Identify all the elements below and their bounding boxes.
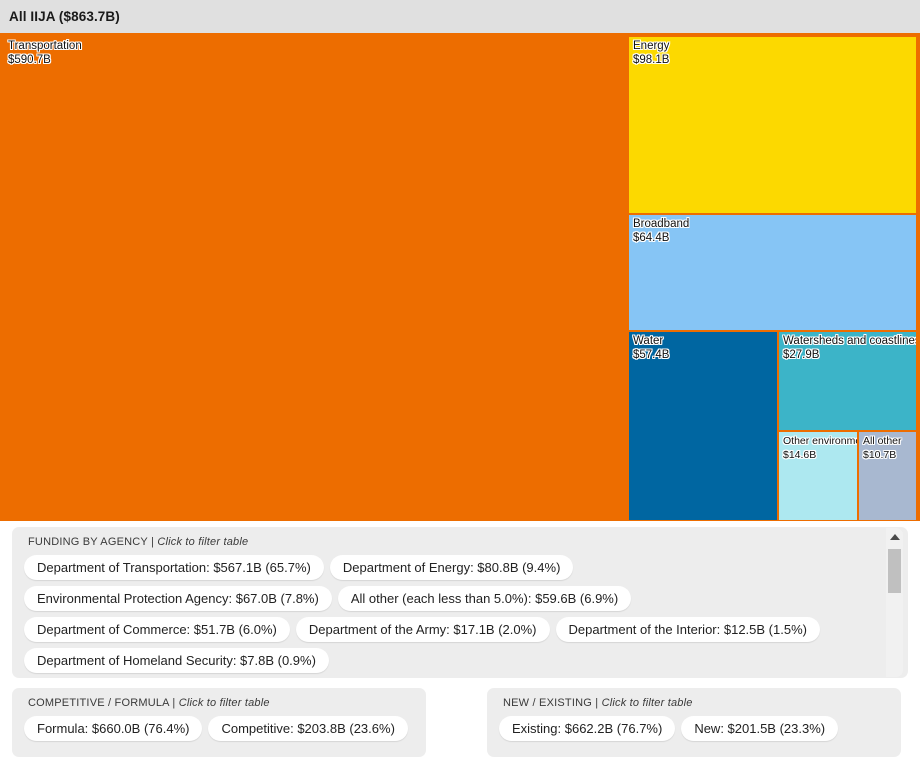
tile-label: Transportation xyxy=(8,40,82,52)
agency-chip-department-of-the-interior[interactable]: Department of the Interior: $12.5B (1.5%… xyxy=(556,617,820,642)
tile-value: $98.1B xyxy=(633,54,669,66)
tile-label: Broadband xyxy=(633,218,689,230)
treemap-tile-watersheds-and-coastlines[interactable]: Watersheds and coastlines $27.9B xyxy=(779,332,916,430)
scroll-up-arrow-icon[interactable] xyxy=(886,528,903,546)
competitive-panel-separator: | xyxy=(169,697,179,709)
newexisting-panel-title-text: NEW / EXISTING xyxy=(503,697,592,709)
agency-chip-list: Department of Transportation: $567.1B (6… xyxy=(12,555,908,673)
newexisting-panel-separator: | xyxy=(592,697,602,709)
treemap-chart: All IIJA ($863.7B) Transportation $590.7… xyxy=(0,0,920,521)
tile-value: $14.6B xyxy=(783,449,816,461)
treemap-tile-water[interactable]: Water $57.4B xyxy=(629,332,777,520)
competitive-formula-panel: COMPETITIVE / FORMULA | Click to filter … xyxy=(12,688,426,757)
agency-chip-department-of-homeland-security[interactable]: Department of Homeland Security: $7.8B (… xyxy=(24,648,329,673)
treemap-tile-all-other[interactable]: All other $10.7B xyxy=(859,432,916,520)
scrollbar-thumb[interactable] xyxy=(888,549,901,593)
tile-value: $590.7B xyxy=(8,54,51,66)
page-title: All IIJA ($863.7B) xyxy=(9,9,120,24)
agency-chip-department-of-the-army[interactable]: Department of the Army: $17.1B (2.0%) xyxy=(296,617,550,642)
treemap-tile-broadband[interactable]: Broadband $64.4B xyxy=(629,215,916,330)
triangle-up-icon xyxy=(890,534,900,540)
agency-chip-department-of-energy[interactable]: Department of Energy: $80.8B (9.4%) xyxy=(330,555,574,580)
agency-panel-scrollbar[interactable] xyxy=(886,528,903,677)
treemap-tile-other-environment[interactable]: Other environment $14.6B xyxy=(779,432,857,520)
competitive-chip-competitive[interactable]: Competitive: $203.8B (23.6%) xyxy=(208,716,407,741)
tile-label: Water xyxy=(633,335,663,347)
treemap-tile-transportation[interactable]: Transportation $590.7B xyxy=(4,37,627,520)
treemap-header: All IIJA ($863.7B) xyxy=(0,0,920,33)
new-existing-panel: NEW / EXISTING | Click to filter table E… xyxy=(487,688,901,757)
tile-label: Other environment xyxy=(783,435,857,447)
agency-chip-environmental-protection-agency[interactable]: Environmental Protection Agency: $67.0B … xyxy=(24,586,332,611)
treemap-tile-energy[interactable]: Energy $98.1B xyxy=(629,37,916,213)
newexisting-chip-new[interactable]: New: $201.5B (23.3%) xyxy=(681,716,838,741)
tile-label: Energy xyxy=(633,40,669,52)
agency-chip-department-of-transportation[interactable]: Department of Transportation: $567.1B (6… xyxy=(24,555,324,580)
agency-panel-separator: | xyxy=(148,536,158,548)
agency-panel-hint: Click to filter table xyxy=(157,536,248,548)
competitive-panel-hint: Click to filter table xyxy=(179,697,270,709)
competitive-chip-list: Formula: $660.0B (76.4%) Competitive: $2… xyxy=(12,716,426,741)
agency-panel-title-text: FUNDING BY AGENCY xyxy=(28,536,148,548)
competitive-chip-formula[interactable]: Formula: $660.0B (76.4%) xyxy=(24,716,202,741)
tile-label: Watersheds and coastlines xyxy=(783,335,916,347)
tile-value: $57.4B xyxy=(633,349,669,361)
newexisting-chip-existing[interactable]: Existing: $662.2B (76.7%) xyxy=(499,716,675,741)
newexisting-chip-list: Existing: $662.2B (76.7%) New: $201.5B (… xyxy=(487,716,901,741)
newexisting-panel-hint: Click to filter table xyxy=(602,697,693,709)
competitive-panel-title: COMPETITIVE / FORMULA | Click to filter … xyxy=(12,688,426,716)
funding-by-agency-panel: FUNDING BY AGENCY | Click to filter tabl… xyxy=(12,527,908,678)
tile-label: All other xyxy=(863,435,902,447)
newexisting-panel-title: NEW / EXISTING | Click to filter table xyxy=(487,688,901,716)
agency-chip-all-other[interactable]: All other (each less than 5.0%): $59.6B … xyxy=(338,586,631,611)
tile-value: $64.4B xyxy=(633,232,669,244)
agency-chip-department-of-commerce[interactable]: Department of Commerce: $51.7B (6.0%) xyxy=(24,617,290,642)
tile-value: $10.7B xyxy=(863,449,896,461)
competitive-panel-title-text: COMPETITIVE / FORMULA xyxy=(28,697,169,709)
agency-panel-title: FUNDING BY AGENCY | Click to filter tabl… xyxy=(12,527,908,555)
tile-value: $27.9B xyxy=(783,349,819,361)
treemap-tiles-container: Transportation $590.7B Energy $98.1B Bro… xyxy=(0,33,920,521)
